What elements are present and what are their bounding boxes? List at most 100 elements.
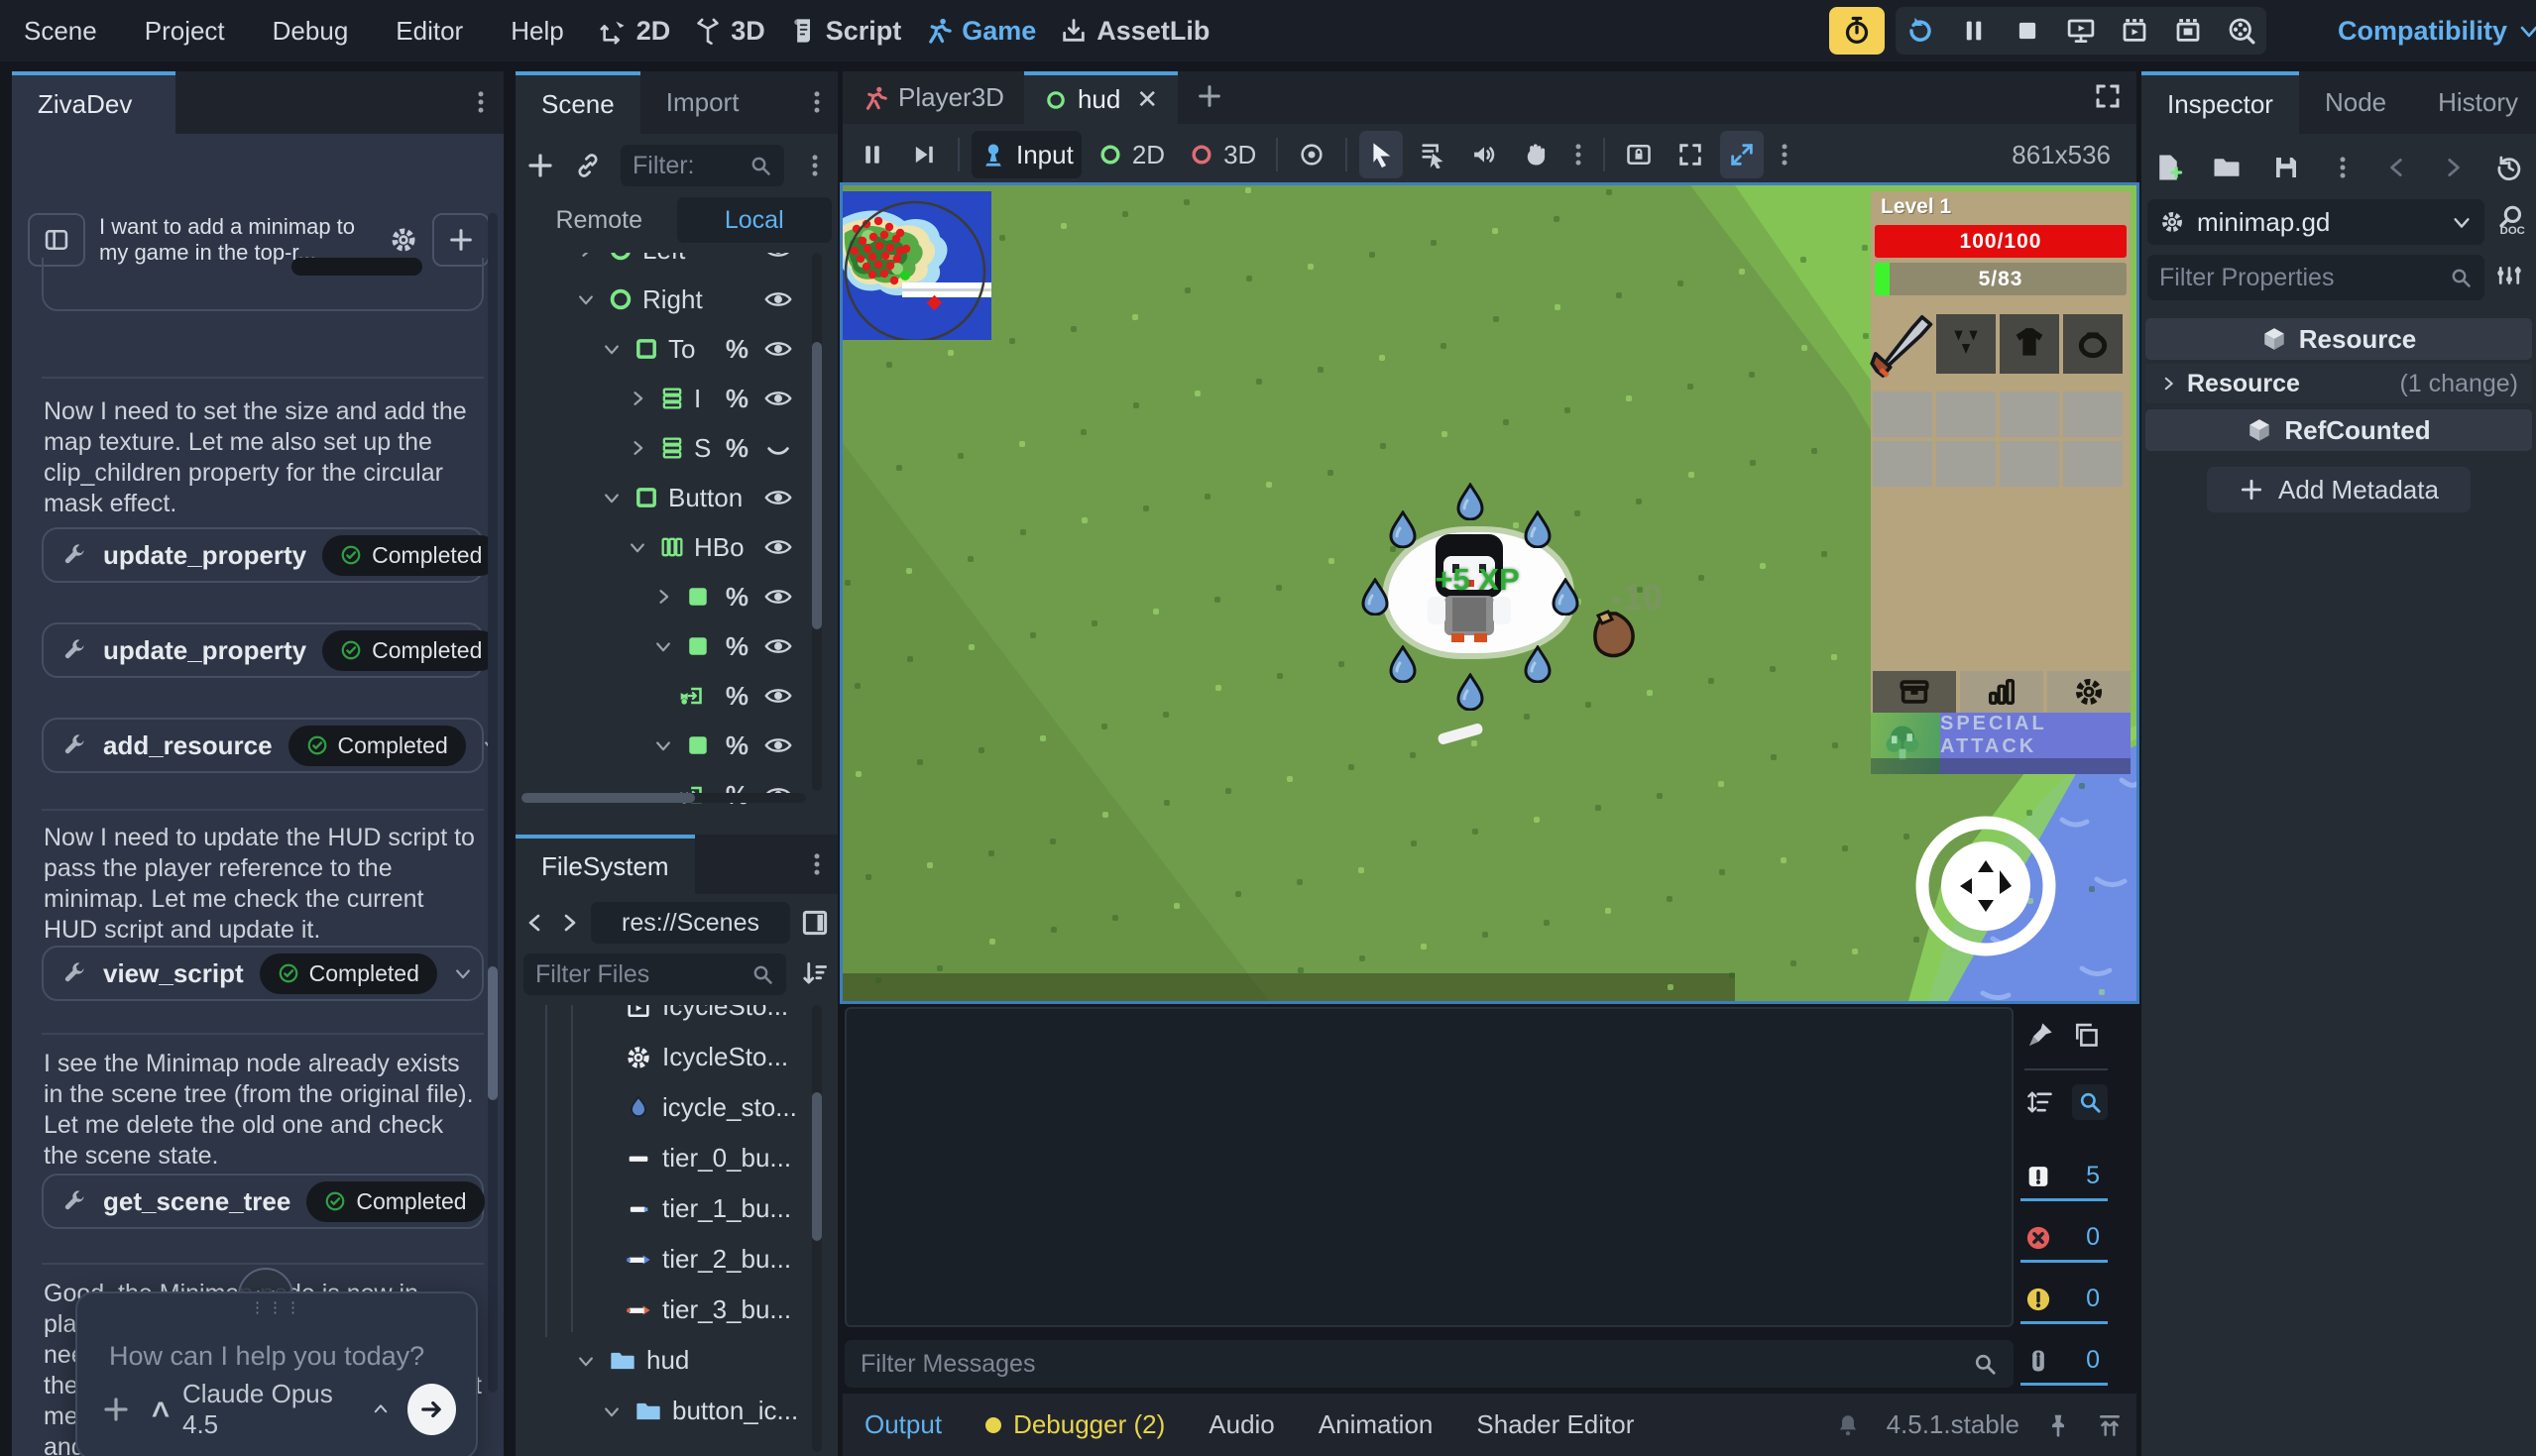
visibility-eye-icon[interactable] <box>764 682 792 710</box>
visibility-eye-icon[interactable] <box>764 731 792 759</box>
local-toggle[interactable]: Local <box>677 197 833 243</box>
attach-plus-icon[interactable] <box>101 1395 131 1424</box>
file-row[interactable]: IcycleSto... <box>518 1032 824 1082</box>
edited-object-dropdown[interactable]: minimap.gd <box>2147 199 2484 245</box>
inventory-tab-button[interactable] <box>1873 671 1956 713</box>
tool-call-card[interactable]: get_scene_tree Completed <box>42 1174 484 1229</box>
version-label[interactable]: 4.5.1.stable <box>1887 1409 2019 1440</box>
warning-count-filter[interactable]: 0 <box>2020 1285 2108 1324</box>
scene-tree-row[interactable]: % <box>518 770 824 811</box>
gear-icon[interactable] <box>389 225 418 255</box>
chat-input[interactable]: How can I help you today? <box>109 1341 424 1372</box>
bottom-tab-output[interactable]: Output <box>865 1409 942 1440</box>
inventory-slot[interactable] <box>2063 392 2123 437</box>
remote-toggle[interactable]: Remote <box>521 197 677 243</box>
kebab-icon[interactable] <box>1565 142 1591 168</box>
load-resource-icon[interactable] <box>2212 153 2242 182</box>
send-button[interactable] <box>407 1384 456 1435</box>
tool-call-card[interactable]: add_resource Completed <box>42 718 484 773</box>
tool-call-card[interactable]: view_script Completed <box>42 946 484 1001</box>
bottom-tab-animation[interactable]: Animation <box>1319 1409 1434 1440</box>
scene-filter-input[interactable]: Filter: <box>621 145 784 186</box>
keep-aspect-button[interactable] <box>1669 131 1712 178</box>
special-attack-button[interactable]: SPECIAL ATTACK <box>1871 713 2131 774</box>
menu-project[interactable]: Project <box>121 0 249 61</box>
visibility-eye-icon[interactable] <box>764 533 792 561</box>
inventory-slot[interactable] <box>1873 441 1932 487</box>
menu-help[interactable]: Help <box>487 0 587 61</box>
kebab-icon[interactable] <box>1772 142 1797 168</box>
history-back-icon[interactable] <box>2384 155 2410 180</box>
virtual-joystick[interactable] <box>1908 809 2063 963</box>
kebab-icon[interactable] <box>2330 155 2356 180</box>
tab-filesystem[interactable]: FileSystem <box>516 835 695 894</box>
tab-node[interactable]: Node <box>2299 71 2412 134</box>
scene-tree-row[interactable]: HBo <box>518 522 824 572</box>
equip-slot-armor[interactable] <box>2000 314 2059 374</box>
renderer-dropdown[interactable]: Compatibility <box>2338 0 2536 61</box>
chat-input-card[interactable]: ⋮⋮⋮ How can I help you today? Claude Opu… <box>75 1291 478 1456</box>
expand-arrow-icon[interactable] <box>650 587 676 607</box>
game-viewport[interactable]: +5 XP -10 Level 1 100/100 5/83 SPECIAL A… <box>843 185 2136 1001</box>
scene-tree-vscrollbar[interactable] <box>812 253 822 791</box>
inventory-slot[interactable] <box>2000 392 2059 437</box>
raise-panel-icon[interactable] <box>2097 1412 2123 1438</box>
scene-tree-row[interactable]: % <box>518 621 824 671</box>
scene-tree-row[interactable]: Left <box>518 253 824 275</box>
embed-window-button[interactable] <box>1617 131 1661 178</box>
movie-play-icon[interactable] <box>2120 16 2149 46</box>
menu-debug[interactable]: Debug <box>249 0 373 61</box>
visibility-eye-icon[interactable] <box>764 632 792 660</box>
expand-arrow-icon[interactable] <box>599 488 625 507</box>
file-row[interactable]: tier_0_bu... <box>518 1133 824 1183</box>
pause-icon[interactable] <box>1959 16 1989 46</box>
sort-files-icon[interactable] <box>800 959 830 989</box>
add-metadata-button[interactable]: Add Metadata <box>2207 467 2471 512</box>
clear-output-icon[interactable] <box>2026 1021 2054 1049</box>
stretch-mode-button[interactable] <box>1720 131 1764 178</box>
bell-icon[interactable] <box>1835 1412 1861 1438</box>
expand-arrow-icon[interactable] <box>625 537 650 557</box>
visibility-eye-icon[interactable] <box>764 484 792 511</box>
output-console[interactable] <box>845 1007 2014 1327</box>
inventory-slot[interactable] <box>1936 441 1996 487</box>
nav-back-icon[interactable] <box>523 911 547 935</box>
file-filter-input[interactable]: Filter Files <box>523 953 786 995</box>
expand-arrow-icon[interactable] <box>573 253 599 260</box>
refcounted-class-header[interactable]: RefCounted <box>2145 409 2532 451</box>
instance-link-icon[interactable] <box>573 151 603 180</box>
kebab-icon[interactable] <box>804 89 830 115</box>
inventory-slot[interactable] <box>2063 441 2123 487</box>
info-count-filter[interactable]: 0 <box>2020 1346 2108 1386</box>
inventory-slot[interactable] <box>2000 441 2059 487</box>
visibility-eye-icon[interactable] <box>764 385 792 412</box>
visibility-eye-icon[interactable] <box>764 253 792 264</box>
tool-call-card[interactable]: update_property Completed <box>42 527 484 583</box>
inventory-slot[interactable] <box>1936 392 1996 437</box>
add-node-icon[interactable] <box>525 151 555 180</box>
split-view-icon[interactable] <box>800 908 830 938</box>
filter-messages-input[interactable]: Filter Messages <box>845 1340 2014 1388</box>
equip-slot-darts[interactable] <box>1936 314 1996 374</box>
scene-tree-row[interactable]: I % <box>518 374 824 423</box>
tab-player3d[interactable]: Player3D <box>843 71 1024 124</box>
file-row[interactable]: hud <box>518 1335 824 1386</box>
expand-viewport-icon[interactable] <box>2093 81 2123 111</box>
file-row[interactable]: tier_1_bu... <box>518 1183 824 1234</box>
pin-icon[interactable] <box>2045 1412 2071 1438</box>
expand-arrow-icon[interactable] <box>650 636 676 656</box>
tab-import[interactable]: Import <box>640 71 765 134</box>
new-scene-plus-icon[interactable] <box>1196 82 1223 110</box>
select-mode-button[interactable] <box>1359 131 1403 178</box>
expand-arrow-icon[interactable] <box>599 1401 625 1421</box>
bottom-tab-debugger[interactable]: Debugger (2) <box>985 1409 1165 1440</box>
bottom-tab-shader[interactable]: Shader Editor <box>1476 1409 1634 1440</box>
stats-tab-button[interactable] <box>1960 671 2043 713</box>
tab-zivadev[interactable]: ZivaDev <box>12 71 175 134</box>
weapon-slot[interactable] <box>1873 314 1932 374</box>
scene-tree-row[interactable]: S % <box>518 423 824 473</box>
expand-arrow-icon[interactable] <box>625 438 650 458</box>
restart-icon[interactable] <box>1905 16 1935 46</box>
tab-hud[interactable]: hud ✕ <box>1024 71 1178 124</box>
kebab-icon[interactable] <box>802 153 828 178</box>
